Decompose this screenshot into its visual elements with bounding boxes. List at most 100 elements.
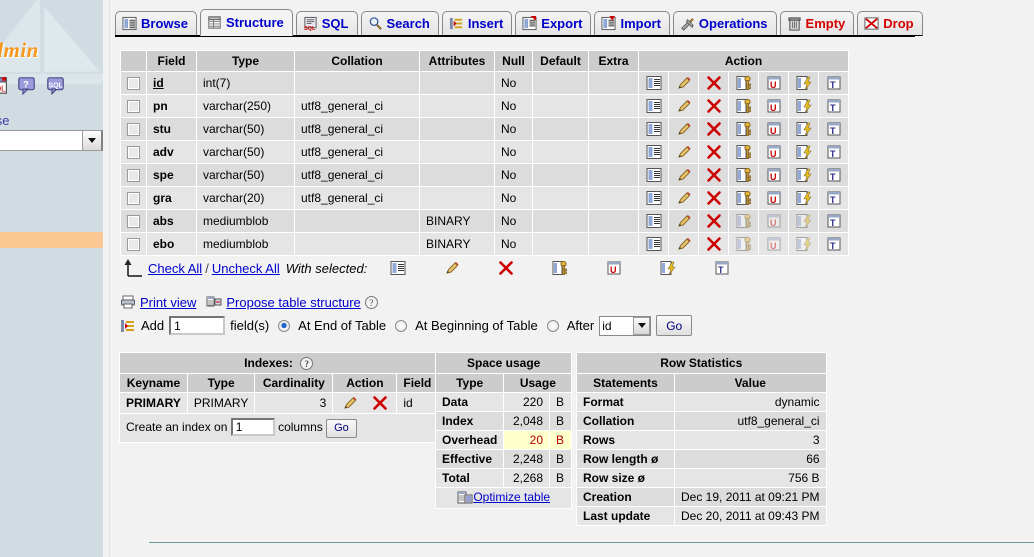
propose-structure-link[interactable]: Propose table structure [226,295,360,310]
change-icon[interactable] [444,260,460,276]
change-icon[interactable] [342,395,358,411]
unique-icon[interactable]: U [606,260,622,276]
drop-icon[interactable] [706,236,722,252]
drop-icon[interactable] [372,395,388,411]
change-icon[interactable] [676,121,692,137]
radio-after[interactable] [547,320,559,332]
fulltext-icon[interactable]: T [826,167,842,183]
tab-empty[interactable]: Empty [780,11,855,36]
browse-distinct-icon[interactable] [390,260,406,276]
row-checkbox[interactable] [127,100,140,113]
row-checkbox[interactable] [127,169,140,182]
tab-browse[interactable]: Browse [115,11,197,36]
help-icon[interactable]: ? [300,357,313,370]
col-collation[interactable]: Collation [295,51,420,72]
fulltext-icon[interactable]: T [826,121,842,137]
fulltext-icon[interactable]: T [826,75,842,91]
browse-distinct-icon[interactable] [646,98,662,114]
tab-export[interactable]: Export [515,11,591,36]
change-icon[interactable] [676,167,692,183]
unique-icon[interactable]: U [766,167,782,183]
tab-drop[interactable]: Drop [857,11,922,36]
index-icon[interactable] [796,167,812,183]
fulltext-icon[interactable]: T [826,236,842,252]
drop-icon[interactable] [706,75,722,91]
browse-distinct-icon[interactable] [646,75,662,91]
fulltext-icon[interactable]: T [826,213,842,229]
col-attributes[interactable]: Attributes [420,51,495,72]
drop-icon[interactable] [706,121,722,137]
unique-icon[interactable]: U [766,144,782,160]
row-checkbox[interactable] [127,123,140,136]
primary-icon[interactable] [736,190,752,206]
after-field-select[interactable]: idpnstuadvspegraabsebo [599,316,651,336]
optimize-table-link[interactable]: Optimize table [473,490,550,504]
browse-distinct-icon[interactable] [646,236,662,252]
fulltext-icon[interactable]: T [826,98,842,114]
fulltext-icon[interactable]: T [826,144,842,160]
primary-icon[interactable] [736,121,752,137]
index-icon[interactable] [796,213,812,229]
index-icon[interactable] [796,144,812,160]
primary-icon[interactable] [552,260,568,276]
tab-sql[interactable]: SQL SQL [296,11,358,36]
index-icon[interactable] [796,190,812,206]
index-icon[interactable] [796,75,812,91]
primary-icon[interactable] [736,144,752,160]
primary-icon[interactable] [736,213,752,229]
help-icon[interactable]: ? [17,76,36,95]
browse-distinct-icon[interactable] [646,144,662,160]
drop-icon[interactable] [706,144,722,160]
drop-icon[interactable] [498,260,514,276]
change-icon[interactable] [676,98,692,114]
print-view-link[interactable]: Print view [140,295,196,310]
unique-icon[interactable]: U [766,190,782,206]
browse-distinct-icon[interactable] [646,167,662,183]
drop-icon[interactable] [706,213,722,229]
row-checkbox[interactable] [127,215,140,228]
radio-at-end-of-table[interactable] [278,320,290,332]
unique-icon[interactable]: U [766,75,782,91]
unique-icon[interactable]: U [766,213,782,229]
row-checkbox[interactable] [127,192,140,205]
index-icon[interactable] [660,260,676,276]
create-index-go-button[interactable]: Go [326,419,357,438]
uncheck-all-link[interactable]: Uncheck All [212,261,280,276]
browse-distinct-icon[interactable] [646,190,662,206]
col-type[interactable]: Type [197,51,295,72]
add-field-count-input[interactable] [169,316,225,335]
fulltext-icon[interactable]: T [714,260,730,276]
change-icon[interactable] [676,144,692,160]
create-index-count-input[interactable] [231,418,275,436]
index-icon[interactable] [796,121,812,137]
col-null[interactable]: Null [495,51,533,72]
fulltext-icon[interactable]: T [826,190,842,206]
tab-structure[interactable]: Structure [200,9,293,36]
browse-distinct-icon[interactable] [646,213,662,229]
help-icon[interactable]: ? [365,296,378,309]
drop-icon[interactable] [706,167,722,183]
primary-icon[interactable] [736,167,752,183]
radio-at-beginning-of-table[interactable] [395,320,407,332]
unique-icon[interactable]: U [766,121,782,137]
row-checkbox[interactable] [127,238,140,251]
index-icon[interactable] [796,98,812,114]
check-all-link[interactable]: Check All [148,261,202,276]
sql-window-icon[interactable]: SQL [0,76,7,95]
drop-icon[interactable] [706,190,722,206]
change-icon[interactable] [676,75,692,91]
primary-icon[interactable] [736,98,752,114]
col-default[interactable]: Default [533,51,589,72]
add-field-go-button[interactable]: Go [656,315,692,336]
primary-icon[interactable] [736,236,752,252]
browse-distinct-icon[interactable] [646,121,662,137]
sql-query-icon[interactable]: SQL [46,76,65,95]
unique-icon[interactable]: U [766,98,782,114]
row-checkbox[interactable] [127,146,140,159]
col-extra[interactable]: Extra [589,51,639,72]
tab-import[interactable]: Import [594,11,669,36]
unique-icon[interactable]: U [766,236,782,252]
database-select[interactable] [0,130,103,151]
tab-insert[interactable]: Insert [442,11,512,36]
drop-icon[interactable] [706,98,722,114]
